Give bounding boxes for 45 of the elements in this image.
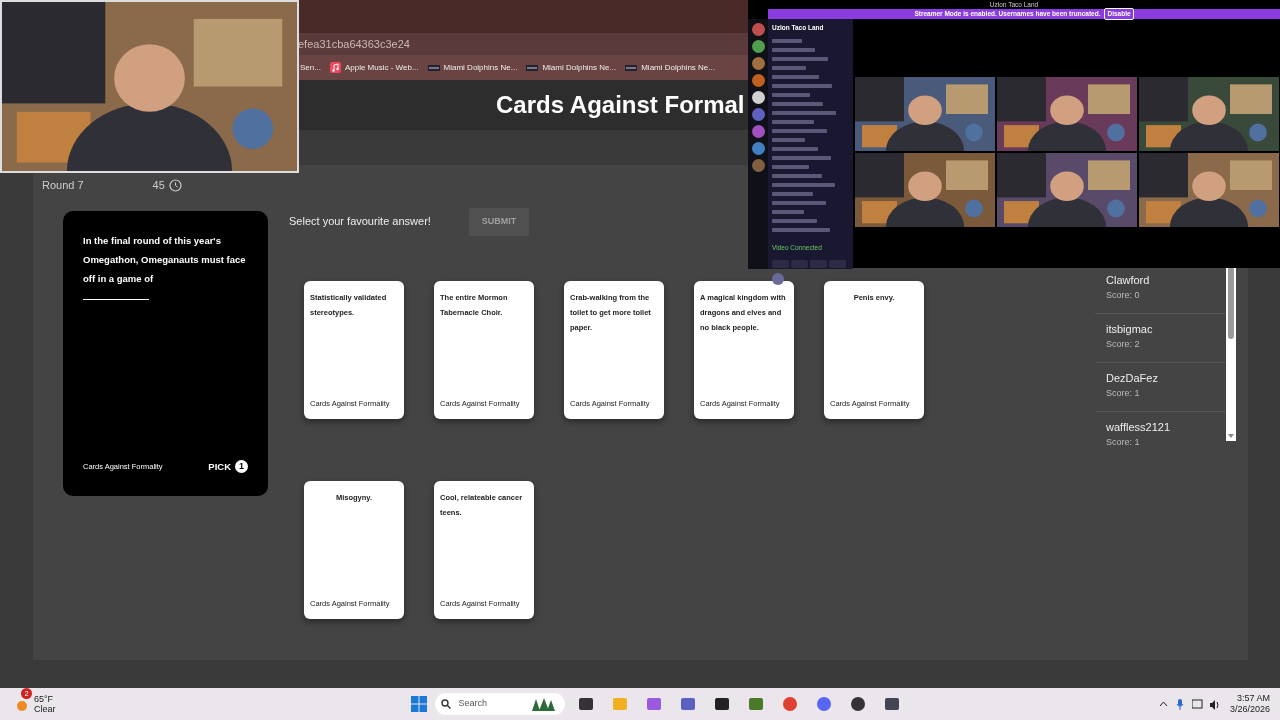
clock-time[interactable]: 3:57 AM <box>1236 693 1270 704</box>
bookmark-link[interactable]: Miami Dolphins Ne... <box>427 61 518 74</box>
site-icon <box>526 64 539 71</box>
bookmark-link[interactable]: Sen... <box>300 61 321 74</box>
server-icon[interactable] <box>751 91 765 104</box>
search-icon <box>440 699 451 709</box>
address-text[interactable]: efea31cba64363c3e24 <box>298 35 410 53</box>
music-icon <box>329 62 341 73</box>
app-icon[interactable] <box>577 696 594 712</box>
card-text: In the final round of this year's Omegathon, Omeganauts must face off in a game of <box>83 234 247 286</box>
app-icon[interactable] <box>849 696 866 712</box>
app-icon[interactable] <box>713 696 730 712</box>
search-field[interactable]: Search <box>434 693 565 715</box>
clock-date[interactable]: 3/26/2026 <box>1229 704 1270 715</box>
page-title: Cards Against Formal <box>496 90 745 120</box>
player-name: Clawford <box>1106 273 1151 288</box>
chat-icon[interactable] <box>815 696 832 712</box>
player-score: Score: 1 <box>1106 435 1141 445</box>
microphone-icon[interactable] <box>1175 698 1184 710</box>
site-icon <box>625 64 638 71</box>
folder-icon[interactable] <box>611 696 628 712</box>
pick-count: 1 <box>235 460 248 473</box>
player-score: Score: 2 <box>1106 337 1141 351</box>
pick-label: PICK <box>208 460 231 474</box>
player-score: Score: 1 <box>1106 386 1141 400</box>
windows-icon[interactable] <box>410 696 427 712</box>
player-name: DezDaFez <box>1106 371 1159 386</box>
user-avatar <box>772 272 784 285</box>
weather-text: Clear <box>34 704 56 714</box>
bookmark-link[interactable]: Miami Dolphins Ne... <box>625 61 715 74</box>
prompt-text: Select your favourite answer! <box>289 214 431 229</box>
bookmark-link[interactable]: Miami Dolphins Ne... <box>526 61 617 74</box>
app-icon[interactable] <box>883 696 900 712</box>
server-icon[interactable] <box>751 40 765 53</box>
chevron-icon[interactable] <box>1158 701 1168 707</box>
player-name: itsbigmac <box>1106 322 1154 337</box>
site-icon <box>427 64 440 71</box>
round-label: Round 7 <box>42 177 84 193</box>
clock-icon <box>168 178 182 192</box>
timer-text: 45 <box>152 177 165 193</box>
temperature-text: 65°F <box>34 694 55 704</box>
bookmark-link[interactable]: Apple Music - Web... <box>329 61 419 74</box>
player-score: Score: 0 <box>1106 288 1141 302</box>
browser-icon[interactable] <box>781 696 798 712</box>
player-name: waffless2121 <box>1106 420 1171 435</box>
